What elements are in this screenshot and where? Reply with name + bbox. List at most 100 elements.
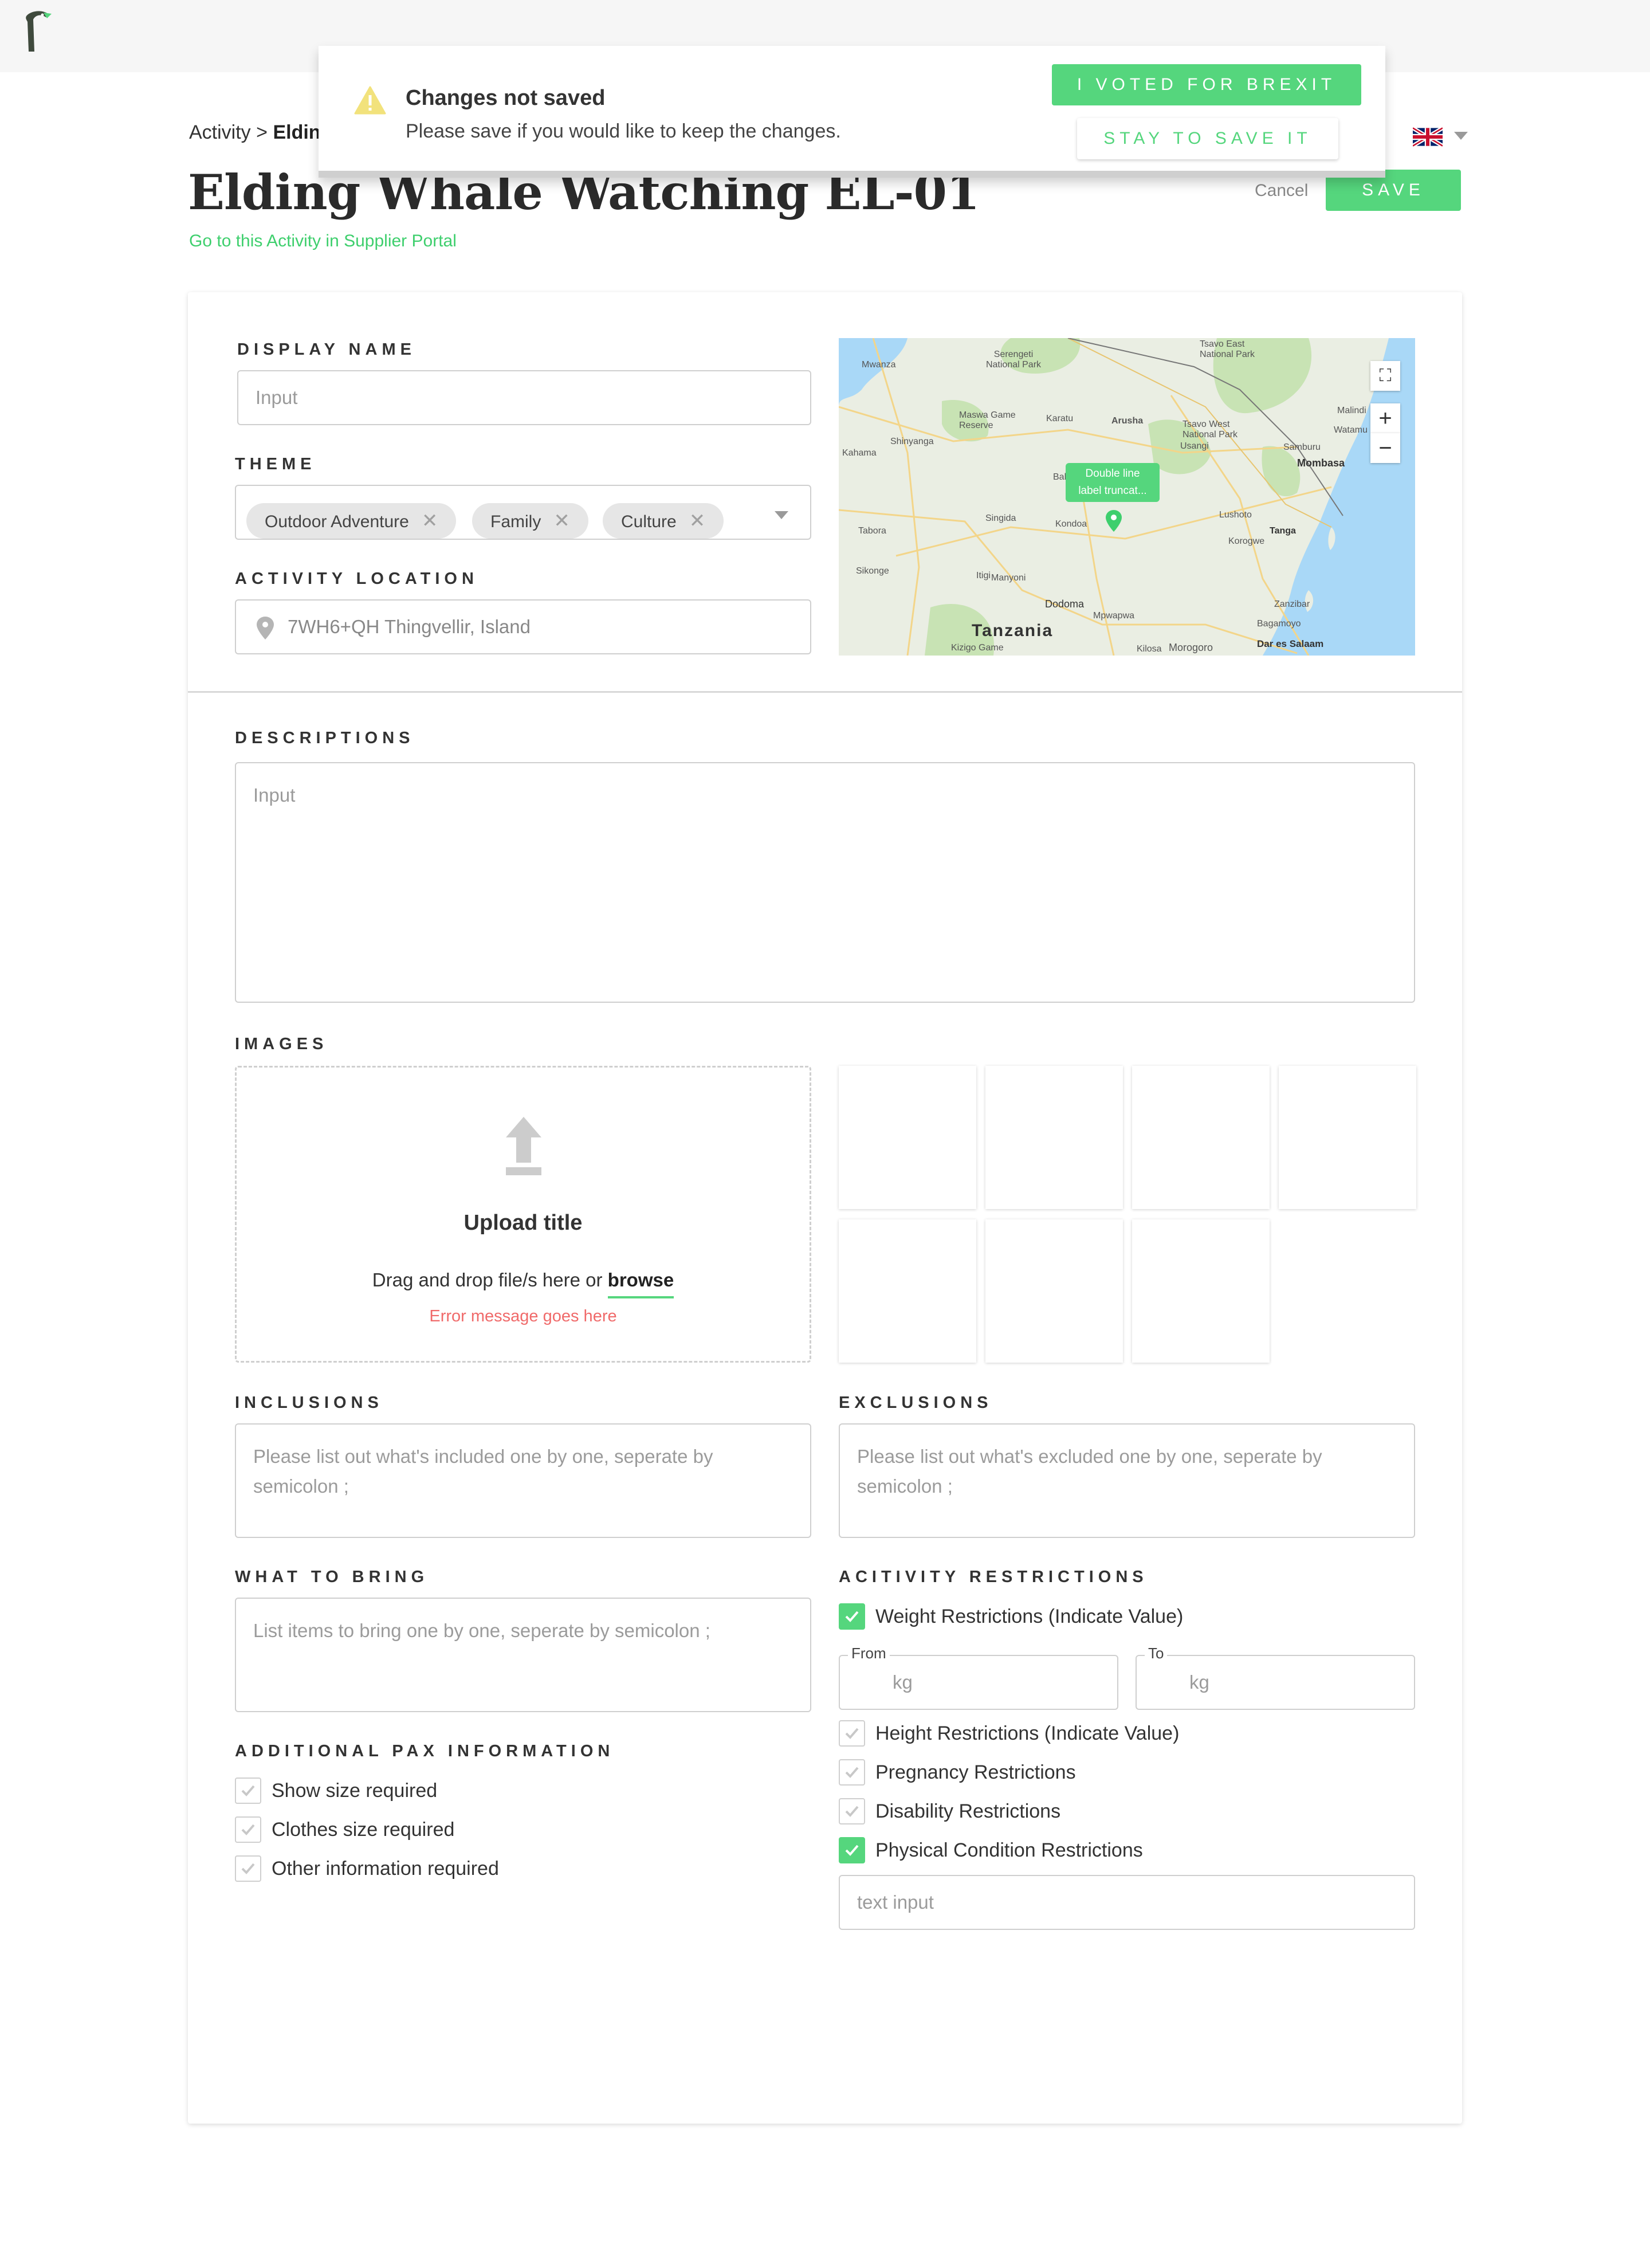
zoom-in-button[interactable]: + <box>1370 403 1400 433</box>
map-label-sikonge: Sikonge <box>856 566 889 576</box>
map-pin-icon[interactable] <box>1106 510 1122 532</box>
image-upload-dropzone[interactable]: Upload title Drag and drop file/s here o… <box>235 1066 811 1363</box>
upload-title: Upload title <box>463 1211 583 1235</box>
map-label-morogoro: Morogoro <box>1169 642 1213 653</box>
remove-tag-icon[interactable]: ✕ <box>553 510 570 532</box>
image-thumbnail[interactable] <box>839 1219 976 1363</box>
map-label-samburu: Samburu <box>1283 442 1321 452</box>
map-label-arusha: Arusha <box>1111 416 1144 426</box>
map-label-tsavo-west: Tsavo West National Park <box>1182 419 1238 440</box>
theme-tag-outdoor-adventure: Outdoor Adventure ✕ <box>246 503 457 539</box>
browse-link[interactable]: browse <box>607 1269 674 1298</box>
image-thumbnail[interactable] <box>1132 1219 1270 1363</box>
toast-message: Please save if you would like to keep th… <box>406 120 841 142</box>
check-icon <box>845 1767 859 1778</box>
map-label-kahama: Kahama <box>842 448 877 458</box>
map-label-mpwapwa: Mpwapwa <box>1093 611 1135 621</box>
map-label-shinyanga: Shinyanga <box>890 437 934 446</box>
section-divider <box>188 691 1462 693</box>
check-icon <box>845 1611 859 1622</box>
map-label-malindi: Malindi <box>1337 406 1366 415</box>
checkbox[interactable] <box>235 1777 261 1804</box>
checkbox[interactable] <box>839 1798 865 1824</box>
exclusions-textarea[interactable] <box>839 1423 1415 1538</box>
what-to-bring-textarea[interactable] <box>235 1598 811 1712</box>
checkbox[interactable] <box>235 1816 261 1843</box>
map-label-dar-es-salaam: Dar es Salaam <box>1257 638 1324 649</box>
map-country-label: Tanzania <box>972 621 1054 640</box>
image-thumbnail[interactable] <box>839 1066 976 1209</box>
image-thumbnail[interactable] <box>1279 1066 1416 1209</box>
voted-for-brexit-button[interactable]: I VOTED FOR BREXIT <box>1052 64 1361 105</box>
map-label-serengeti: Serengeti National Park <box>985 350 1042 370</box>
activity-location-value: 7WH6+QH Thingvellir, Island <box>288 616 531 637</box>
map-label-tabora: Tabora <box>858 526 886 536</box>
checkbox[interactable] <box>839 1720 865 1747</box>
checkbox[interactable] <box>839 1837 865 1863</box>
activity-location-input[interactable]: 7WH6+QH Thingvellir, Island <box>235 599 811 654</box>
map-label-bagamoyo: Bagamoyo <box>1257 619 1301 629</box>
exclusions-label: EXCLUSIONS <box>839 1394 993 1412</box>
breadcrumb-parent[interactable]: Activity <box>189 121 251 143</box>
what-to-bring-label: WHAT TO BRING <box>235 1568 429 1586</box>
upload-arrow-icon <box>506 1117 541 1175</box>
map-label-maswa: Maswa Game Reserve <box>959 410 1016 430</box>
map-label-kilosa: Kilosa <box>1137 644 1162 654</box>
physical-condition-text-input[interactable] <box>839 1875 1415 1930</box>
weight-to-label: To <box>1145 1645 1168 1662</box>
zoom-out-button[interactable]: − <box>1370 433 1400 463</box>
image-thumbnail[interactable] <box>985 1066 1123 1209</box>
check-icon <box>845 1728 859 1739</box>
theme-label: THEME <box>235 455 316 473</box>
chevron-down-icon[interactable] <box>775 511 788 519</box>
weight-from-input[interactable] <box>839 1655 1118 1710</box>
chevron-down-icon[interactable] <box>1454 132 1468 140</box>
fullscreen-icon[interactable]: ⛶ <box>1370 361 1400 391</box>
breadcrumb-current: Eldin <box>273 121 321 143</box>
map-label-usangi: Usangi <box>1180 441 1209 451</box>
cancel-button[interactable]: Cancel <box>1255 181 1308 201</box>
checkbox[interactable] <box>839 1603 865 1630</box>
restrictions-label: ACITIVITY RESTRICTIONS <box>839 1568 1148 1586</box>
uk-flag-icon[interactable] <box>1413 127 1443 147</box>
checkbox[interactable] <box>839 1759 865 1786</box>
stay-to-save-button[interactable]: STAY TO SAVE IT <box>1077 118 1338 159</box>
remove-tag-icon[interactable]: ✕ <box>422 510 438 532</box>
check-icon <box>845 1806 859 1817</box>
upload-hint: Drag and drop file/s here or browse <box>237 1269 810 1298</box>
theme-tag-family: Family ✕ <box>472 503 588 539</box>
display-name-input[interactable] <box>237 370 811 425</box>
checkbox[interactable] <box>235 1855 261 1882</box>
image-thumbnail[interactable] <box>985 1219 1123 1363</box>
map-label-watamu: Watamu <box>1334 425 1368 435</box>
logo-icon[interactable] <box>21 8 55 54</box>
map-label-tsavo-east: Tsavo East National Park <box>1200 339 1255 359</box>
supplier-portal-link[interactable]: Go to this Activity in Supplier Portal <box>189 231 457 251</box>
breadcrumb-separator: > <box>256 121 268 143</box>
map-label-itigi: Itigi <box>976 571 991 580</box>
images-label: IMAGES <box>235 1035 328 1053</box>
map-label-lushoto: Lushoto <box>1219 510 1252 520</box>
location-map[interactable]: Mwanza Serengeti National Park Tsavo Eas… <box>839 338 1415 656</box>
map-label-manyoni: Manyoni <box>991 573 1026 583</box>
descriptions-label: DESCRIPTIONS <box>235 729 415 747</box>
map-marker-label[interactable]: Double line label truncat... <box>1066 463 1160 502</box>
theme-select[interactable]: Outdoor Adventure ✕ Family ✕ Culture ✕ <box>235 485 811 540</box>
warning-icon <box>354 86 386 115</box>
map-label-kizigo: Kizigo Game <box>951 643 1004 653</box>
activity-location-label: ACTIVITY LOCATION <box>235 570 478 588</box>
map-label-zanzibar: Zanzibar <box>1274 599 1310 609</box>
inclusions-textarea[interactable] <box>235 1423 811 1538</box>
check-icon <box>241 1785 255 1796</box>
display-name-label: DISPLAY NAME <box>237 340 416 359</box>
weight-to-input[interactable] <box>1136 1655 1415 1710</box>
descriptions-textarea[interactable] <box>235 762 1415 1003</box>
check-icon <box>845 1845 859 1856</box>
check-icon <box>241 1863 255 1874</box>
map-label-karatu: Karatu <box>1046 414 1074 423</box>
image-thumbnail[interactable] <box>1132 1066 1270 1209</box>
inclusions-label: INCLUSIONS <box>235 1394 383 1412</box>
remove-tag-icon[interactable]: ✕ <box>689 510 706 532</box>
map-label-singida: Singida <box>985 513 1016 523</box>
theme-tag-culture: Culture ✕ <box>603 503 724 539</box>
